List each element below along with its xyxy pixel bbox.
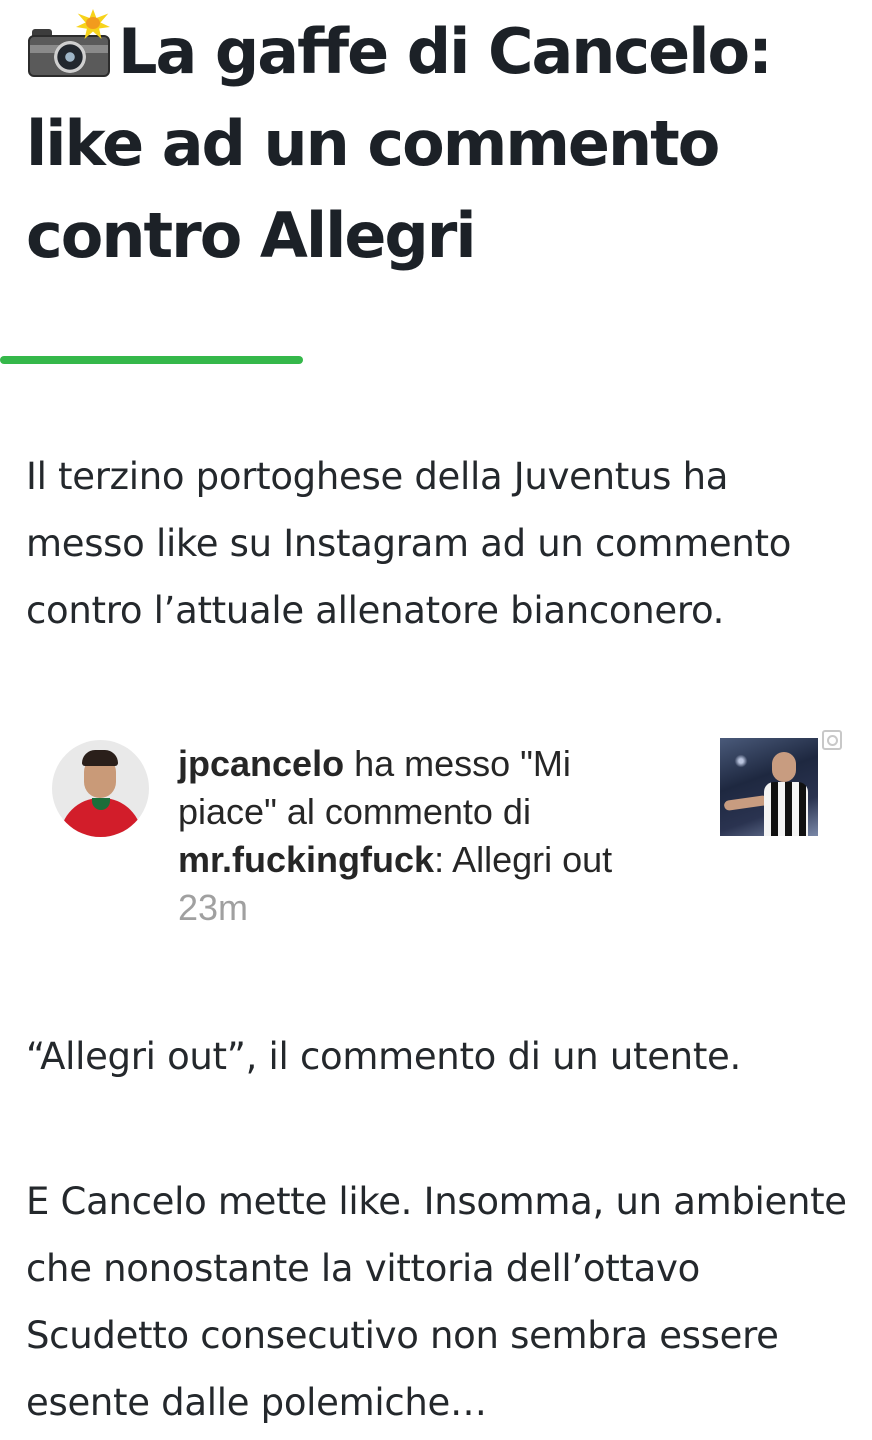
- title-divider: [0, 356, 303, 364]
- article-paragraph-3: E Cancelo mette like. Insomma, un ambien…: [26, 1180, 847, 1424]
- post-thumbnail[interactable]: [720, 738, 818, 836]
- notification-text: jpcancelo ha messo "Mi piace" al comment…: [178, 740, 638, 932]
- notification-commenter[interactable]: mr.fuckingfuck: [178, 839, 434, 880]
- notification-time: 23m: [178, 887, 249, 928]
- zoom-icon[interactable]: [822, 730, 842, 750]
- article-title: La gaffe di Cancelo: like ad un commento…: [26, 6, 856, 282]
- notification-comment: : Allegri out: [434, 839, 613, 880]
- article-title-text: La gaffe di Cancelo: like ad un commento…: [26, 15, 773, 272]
- notification-username[interactable]: jpcancelo: [178, 743, 344, 784]
- instagram-notification-embed: jpcancelo ha messo "Mi piace" al comment…: [52, 728, 852, 938]
- article-intro: Il terzino portoghese della Juventus ha …: [26, 455, 792, 632]
- camera-flash-icon: [26, 9, 114, 77]
- profile-avatar[interactable]: [52, 740, 149, 837]
- article-paragraph-2: “Allegri out”, il commento di un utente.: [26, 1035, 741, 1078]
